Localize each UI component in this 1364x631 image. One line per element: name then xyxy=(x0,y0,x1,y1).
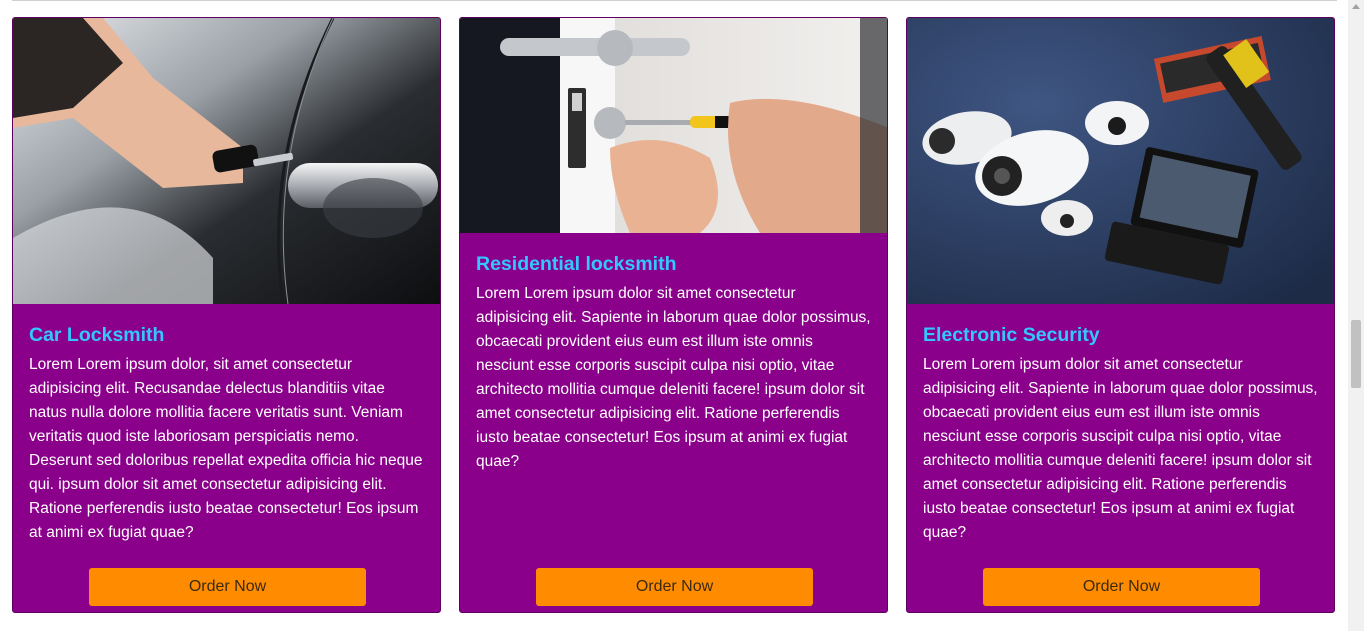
card-description: Lorem Lorem ipsum dolor sit amet consect… xyxy=(476,285,871,470)
scroll-up-arrow-icon[interactable] xyxy=(1352,4,1360,9)
security-cameras-image xyxy=(907,18,1334,304)
card-description: Lorem Lorem ipsum dolor sit amet consect… xyxy=(923,356,1318,541)
services-cards: Car Locksmith Lorem Lorem ipsum dolor, s… xyxy=(0,0,1348,631)
card-title: Car Locksmith xyxy=(29,324,165,346)
vertical-scrollbar[interactable] xyxy=(1348,0,1364,631)
card-description: Lorem Lorem ipsum dolor, sit amet consec… xyxy=(29,356,423,541)
service-card-car-locksmith: Car Locksmith Lorem Lorem ipsum dolor, s… xyxy=(12,17,441,613)
service-card-residential-locksmith: Residential locksmith Lorem Lorem ipsum … xyxy=(459,17,888,613)
order-now-button[interactable]: Order Now xyxy=(983,568,1260,606)
order-now-button[interactable]: Order Now xyxy=(89,568,366,606)
service-card-electronic-security: Electronic Security Lorem Lorem ipsum do… xyxy=(906,17,1335,613)
order-now-button[interactable]: Order Now xyxy=(536,568,813,606)
door-lock-screwdriver-image xyxy=(460,18,887,233)
card-title: Electronic Security xyxy=(923,324,1100,346)
card-title: Residential locksmith xyxy=(476,253,677,275)
scrollbar-thumb[interactable] xyxy=(1351,320,1361,388)
car-door-key-image xyxy=(13,18,440,304)
